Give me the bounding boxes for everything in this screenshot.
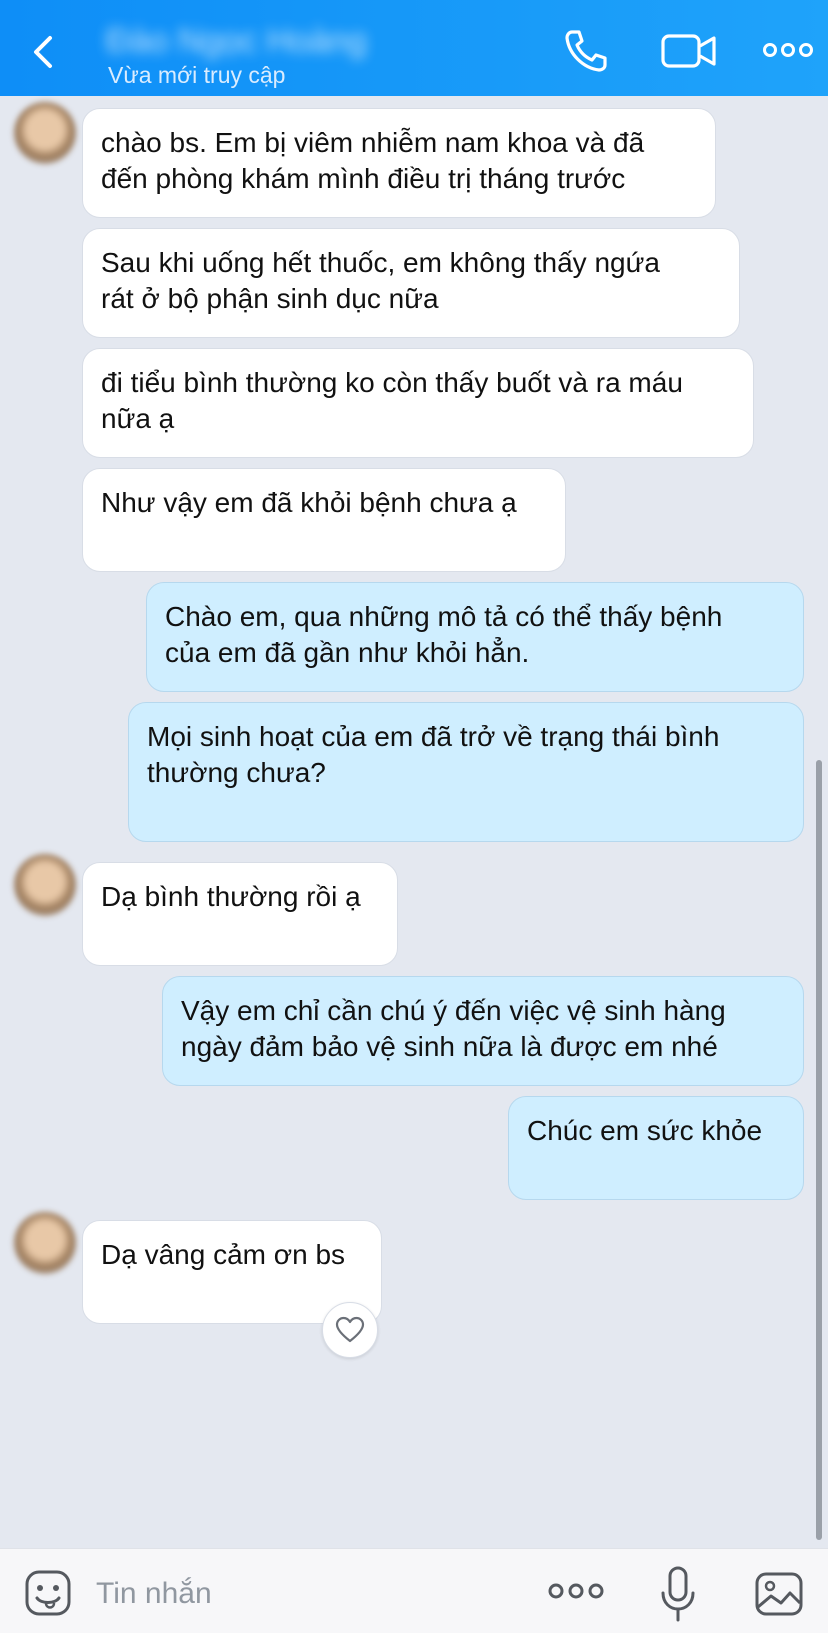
message-bubble-incoming[interactable]: Như vậy em đã khỏi bệnh chưa ạ: [82, 468, 566, 572]
message-bubble-outgoing[interactable]: Vậy em chỉ cần chú ý đến việc vệ sinh hà…: [162, 976, 804, 1086]
message-composer: [0, 1548, 828, 1633]
message-bubble-incoming[interactable]: Sau khi uống hết thuốc, em không thấy ng…: [82, 228, 740, 338]
back-icon[interactable]: [24, 28, 64, 76]
contact-avatar[interactable]: [14, 102, 76, 164]
phone-icon[interactable]: [562, 28, 610, 74]
contact-status: Vừa mới truy cập: [108, 62, 286, 88]
microphone-icon[interactable]: [660, 1565, 696, 1623]
heart-icon: [335, 1316, 365, 1343]
contact-name[interactable]: Đào Ngọc Hoàng: [106, 22, 382, 62]
more-icon[interactable]: [762, 28, 814, 74]
message-bubble-outgoing[interactable]: Mọi sinh hoạt của em đã trở về trạng thá…: [128, 702, 804, 842]
contact-avatar[interactable]: [14, 1212, 76, 1274]
contact-avatar[interactable]: [14, 854, 76, 916]
message-bubble-incoming[interactable]: chào bs. Em bị viêm nhiễm nam khoa và đã…: [82, 108, 716, 218]
scrollbar[interactable]: [816, 760, 822, 1540]
image-icon[interactable]: [754, 1571, 804, 1617]
message-bubble-outgoing[interactable]: Chúc em sức khỏe: [508, 1096, 804, 1200]
message-input[interactable]: [94, 1573, 498, 1615]
message-bubble-incoming[interactable]: đi tiểu bình thường ko còn thấy buốt và …: [82, 348, 754, 458]
more-icon[interactable]: [548, 1579, 604, 1603]
message-bubble-outgoing[interactable]: Chào em, qua những mô tả có thể thấy bện…: [146, 582, 804, 692]
chat-header: Đào Ngọc Hoàng Vừa mới truy cập: [0, 0, 828, 96]
reaction-button[interactable]: [322, 1302, 378, 1358]
video-call-icon[interactable]: [660, 28, 718, 74]
message-bubble-incoming[interactable]: Dạ bình thường rồi ạ: [82, 862, 398, 966]
emoji-icon[interactable]: [24, 1569, 72, 1617]
